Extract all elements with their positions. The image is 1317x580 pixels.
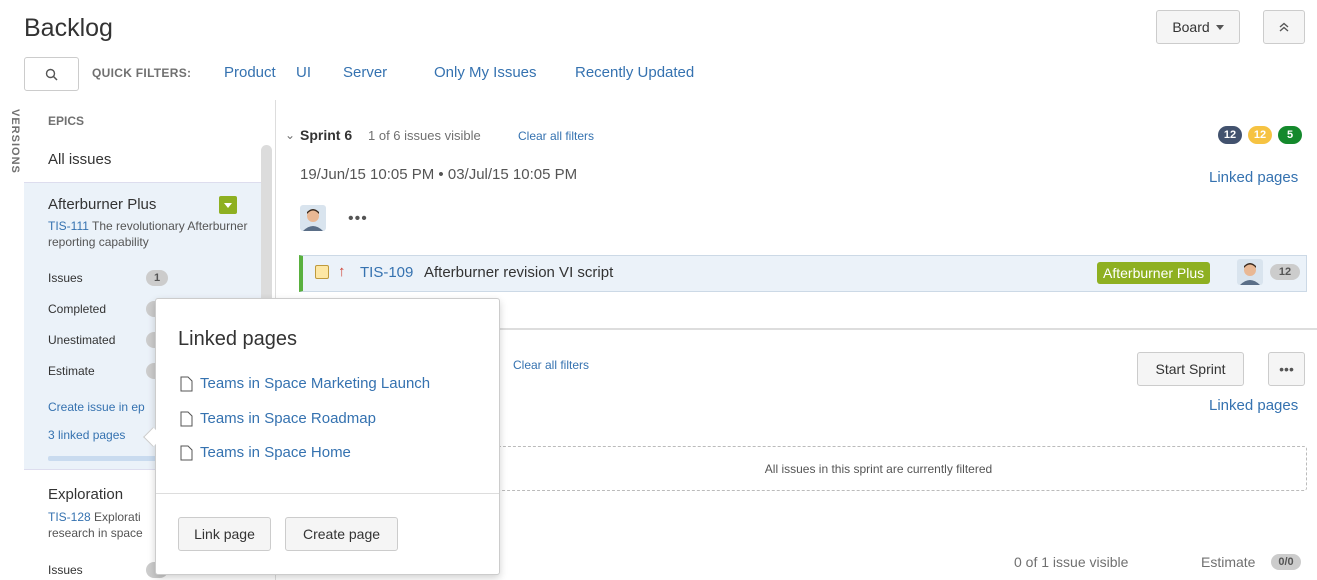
issue-epic-lozenge[interactable]: Afterburner Plus: [1097, 262, 1211, 284]
quick-filter-recently-updated[interactable]: Recently Updated: [575, 64, 694, 81]
popup-title: Linked pages: [178, 328, 297, 350]
assignee-avatar[interactable]: [300, 205, 326, 231]
chevron-down-icon: [1215, 24, 1224, 30]
epic-stat-unestimated-label: Unestimated: [48, 333, 116, 347]
epic-expand-toggle[interactable]: [219, 196, 237, 214]
board-dropdown-button[interactable]: Board: [1156, 10, 1240, 44]
epic-linked-pages-link[interactable]: 3 linked pages: [48, 428, 125, 442]
quick-filter-server[interactable]: Server: [343, 64, 387, 81]
linked-page-title: Teams in Space Roadmap: [200, 410, 376, 427]
epic-stat-estimate-label: Estimate: [48, 364, 95, 378]
backlog-visible-count: 0 of 1 issue visible: [1014, 554, 1129, 570]
quick-filter-ui[interactable]: UI: [296, 64, 311, 81]
link-page-button[interactable]: Link page: [178, 517, 271, 551]
issue-assignee-avatar: [1237, 259, 1263, 285]
create-page-button[interactable]: Create page: [285, 517, 398, 551]
backlog-estimate-label: Estimate: [1201, 554, 1256, 570]
linked-page-item[interactable]: Teams in Space Home: [180, 444, 351, 461]
quick-filters-label: QUICK FILTERS:: [92, 66, 192, 80]
issue-summary: Afterburner revision VI script: [424, 264, 614, 281]
backlog-estimate-value: 0/0: [1271, 554, 1301, 570]
quick-filter-product[interactable]: Product: [224, 64, 276, 81]
versions-label: VERSIONS: [9, 109, 21, 174]
double-chevron-up-icon: [1279, 22, 1289, 32]
sprint-visible-count: 1 of 6 issues visible: [368, 128, 481, 143]
document-icon: [180, 411, 193, 426]
more-actions-button[interactable]: •••: [1268, 352, 1305, 386]
issue-key-link[interactable]: TIS-109: [360, 264, 413, 281]
epic-name-exploration[interactable]: Exploration: [48, 486, 123, 503]
epics-heading: EPICS: [48, 114, 85, 128]
document-icon: [180, 376, 193, 391]
epic-key-link[interactable]: TIS-128: [48, 510, 91, 524]
epic-description: TIS-111 The revolutionary Afterburner re…: [48, 218, 248, 250]
linked-page-title: Teams in Space Home: [200, 444, 351, 461]
epic-all-issues[interactable]: All issues: [48, 151, 111, 168]
issue-type-improvement-icon: [315, 265, 329, 279]
linked-page-item[interactable]: Teams in Space Roadmap: [180, 410, 376, 427]
epic-desc-text: research in space: [48, 526, 143, 540]
epic-stat-issues-label: Issues: [48, 563, 83, 577]
versions-tab[interactable]: VERSIONS: [1, 105, 23, 195]
epic-desc-text: Explorati: [90, 510, 141, 524]
collapse-header-button[interactable]: [1263, 10, 1305, 44]
search-input[interactable]: [24, 57, 79, 91]
issue-story-points: 12: [1270, 264, 1300, 280]
search-icon: [45, 68, 58, 81]
board-label: Board: [1172, 19, 1210, 35]
quick-filter-only-my-issues[interactable]: Only My Issues: [434, 64, 537, 81]
backlog-linked-pages-link[interactable]: Linked pages: [1209, 397, 1298, 414]
sprint-linked-pages-link[interactable]: Linked pages: [1209, 169, 1298, 186]
status-count-done: 5: [1278, 126, 1302, 144]
sprint-dates: 19/Jun/15 10:05 PM • 03/Jul/15 10:05 PM: [300, 166, 578, 183]
sprint-clear-filters-link[interactable]: Clear all filters: [518, 129, 594, 143]
document-icon: [180, 445, 193, 460]
linked-page-item[interactable]: Teams in Space Marketing Launch: [180, 375, 430, 392]
status-count-in-progress: 12: [1248, 126, 1272, 144]
status-count-todo: 12: [1218, 126, 1242, 144]
sprint-name: Sprint 6: [300, 127, 353, 143]
epic-key-link[interactable]: TIS-111: [48, 219, 89, 233]
epic-name: Afterburner Plus: [48, 196, 157, 213]
more-assignees-icon[interactable]: •••: [348, 210, 368, 228]
filtered-issues-placeholder: All issues in this sprint are currently …: [450, 446, 1307, 491]
filtered-message: All issues in this sprint are currently …: [764, 461, 993, 476]
create-issue-in-epic-link[interactable]: Create issue in ep: [48, 400, 145, 414]
backlog-clear-filters-link[interactable]: Clear all filters: [513, 358, 589, 372]
popup-divider: [156, 493, 499, 494]
chevron-down-icon: [224, 202, 232, 208]
epic-stat-issues-label: Issues: [48, 271, 83, 285]
epic-stat-completed-label: Completed: [48, 302, 107, 316]
linked-page-title: Teams in Space Marketing Launch: [200, 375, 431, 392]
sprint-collapse-chevron-icon[interactable]: ⌄: [285, 128, 295, 142]
start-sprint-button[interactable]: Start Sprint: [1137, 352, 1244, 386]
priority-high-icon: ↑: [338, 263, 346, 280]
epic-stat-issues-count: 1: [146, 270, 168, 286]
page-title: Backlog: [24, 14, 113, 42]
